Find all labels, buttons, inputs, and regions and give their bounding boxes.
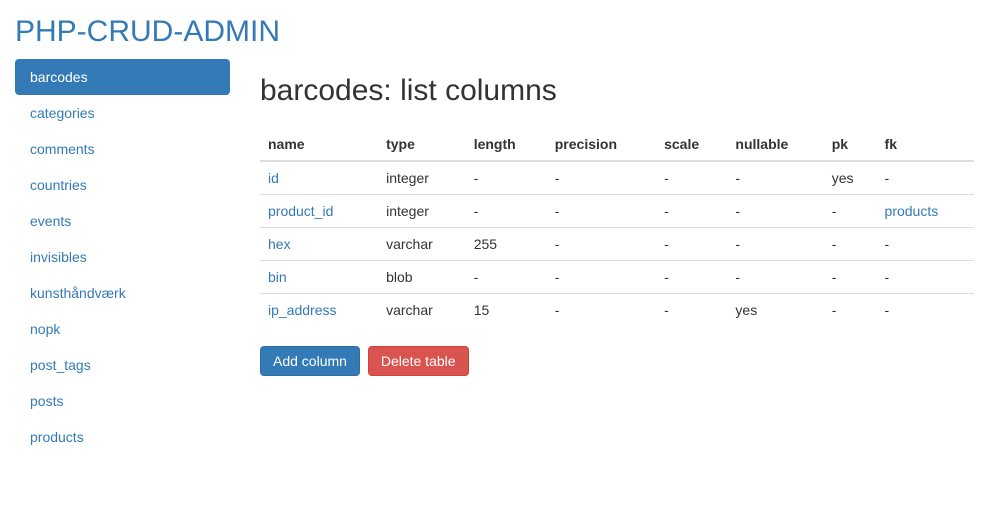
cell-scale: - (656, 294, 727, 327)
cell-precision: - (547, 228, 656, 261)
main-content: barcodes: list columns nametypelengthpre… (245, 59, 974, 455)
cell-precision: - (547, 294, 656, 327)
table-header-fk: fk (877, 128, 974, 161)
table-row: ip_addressvarchar15--yes-- (260, 294, 974, 327)
cell-scale: - (656, 261, 727, 294)
cell-type: varchar (378, 294, 466, 327)
table-header-scale: scale (656, 128, 727, 161)
column-link-bin[interactable]: bin (268, 269, 287, 285)
cell-nullable: - (727, 228, 823, 261)
sidebar-item-categories[interactable]: categories (15, 95, 230, 131)
table-header-pk: pk (824, 128, 877, 161)
cell-nullable: - (727, 195, 823, 228)
cell-type: blob (378, 261, 466, 294)
cell-length: - (466, 261, 547, 294)
cell-precision: - (547, 161, 656, 195)
cell-fk: products (877, 195, 974, 228)
column-link-product_id[interactable]: product_id (268, 203, 333, 219)
table-header-nullable: nullable (727, 128, 823, 161)
table-header-type: type (378, 128, 466, 161)
cell-fk: - (877, 261, 974, 294)
cell-pk: yes (824, 161, 877, 195)
sidebar-item-events[interactable]: events (15, 203, 230, 239)
sidebar-item-post-tags[interactable]: post_tags (15, 347, 230, 383)
cell-nullable: yes (727, 294, 823, 327)
cell-pk: - (824, 195, 877, 228)
cell-precision: - (547, 195, 656, 228)
cell-pk: - (824, 261, 877, 294)
sidebar-item-kunsth-ndv-rk[interactable]: kunsthåndværk (15, 275, 230, 311)
table-header-precision: precision (547, 128, 656, 161)
cell-nullable: - (727, 261, 823, 294)
delete-table-button[interactable]: Delete table (368, 346, 469, 376)
cell-length: - (466, 195, 547, 228)
fk-link-products[interactable]: products (885, 203, 939, 219)
table-row: idinteger----yes- (260, 161, 974, 195)
columns-table: nametypelengthprecisionscalenullablepkfk… (260, 128, 974, 326)
sidebar-item-countries[interactable]: countries (15, 167, 230, 203)
page-title: barcodes: list columns (260, 74, 974, 108)
cell-length: - (466, 161, 547, 195)
table-row: product_idinteger-----products (260, 195, 974, 228)
brand-link[interactable]: PHP-CRUD-ADMIN (15, 15, 280, 48)
sidebar-item-invisibles[interactable]: invisibles (15, 239, 230, 275)
cell-pk: - (824, 294, 877, 327)
cell-fk: - (877, 228, 974, 261)
table-row: hexvarchar255----- (260, 228, 974, 261)
column-link-id[interactable]: id (268, 170, 279, 186)
column-link-ip_address[interactable]: ip_address (268, 302, 337, 318)
button-bar: Add column Delete table (260, 346, 974, 376)
cell-fk: - (877, 294, 974, 327)
brand-title: PHP-CRUD-ADMIN (15, 0, 974, 59)
table-row: binblob------ (260, 261, 974, 294)
sidebar-item-comments[interactable]: comments (15, 131, 230, 167)
table-header-name: name (260, 128, 378, 161)
cell-length: 255 (466, 228, 547, 261)
cell-type: integer (378, 195, 466, 228)
cell-precision: - (547, 261, 656, 294)
sidebar-item-barcodes[interactable]: barcodes (15, 59, 230, 95)
cell-scale: - (656, 195, 727, 228)
cell-scale: - (656, 228, 727, 261)
sidebar-item-nopk[interactable]: nopk (15, 311, 230, 347)
sidebar: barcodescategoriescommentscountriesevent… (15, 59, 245, 455)
cell-pk: - (824, 228, 877, 261)
column-link-hex[interactable]: hex (268, 236, 291, 252)
cell-type: integer (378, 161, 466, 195)
cell-nullable: - (727, 161, 823, 195)
sidebar-item-posts[interactable]: posts (15, 383, 230, 419)
cell-type: varchar (378, 228, 466, 261)
table-header-length: length (466, 128, 547, 161)
add-column-button[interactable]: Add column (260, 346, 360, 376)
cell-fk: - (877, 161, 974, 195)
sidebar-item-products[interactable]: products (15, 419, 230, 455)
cell-length: 15 (466, 294, 547, 327)
cell-scale: - (656, 161, 727, 195)
